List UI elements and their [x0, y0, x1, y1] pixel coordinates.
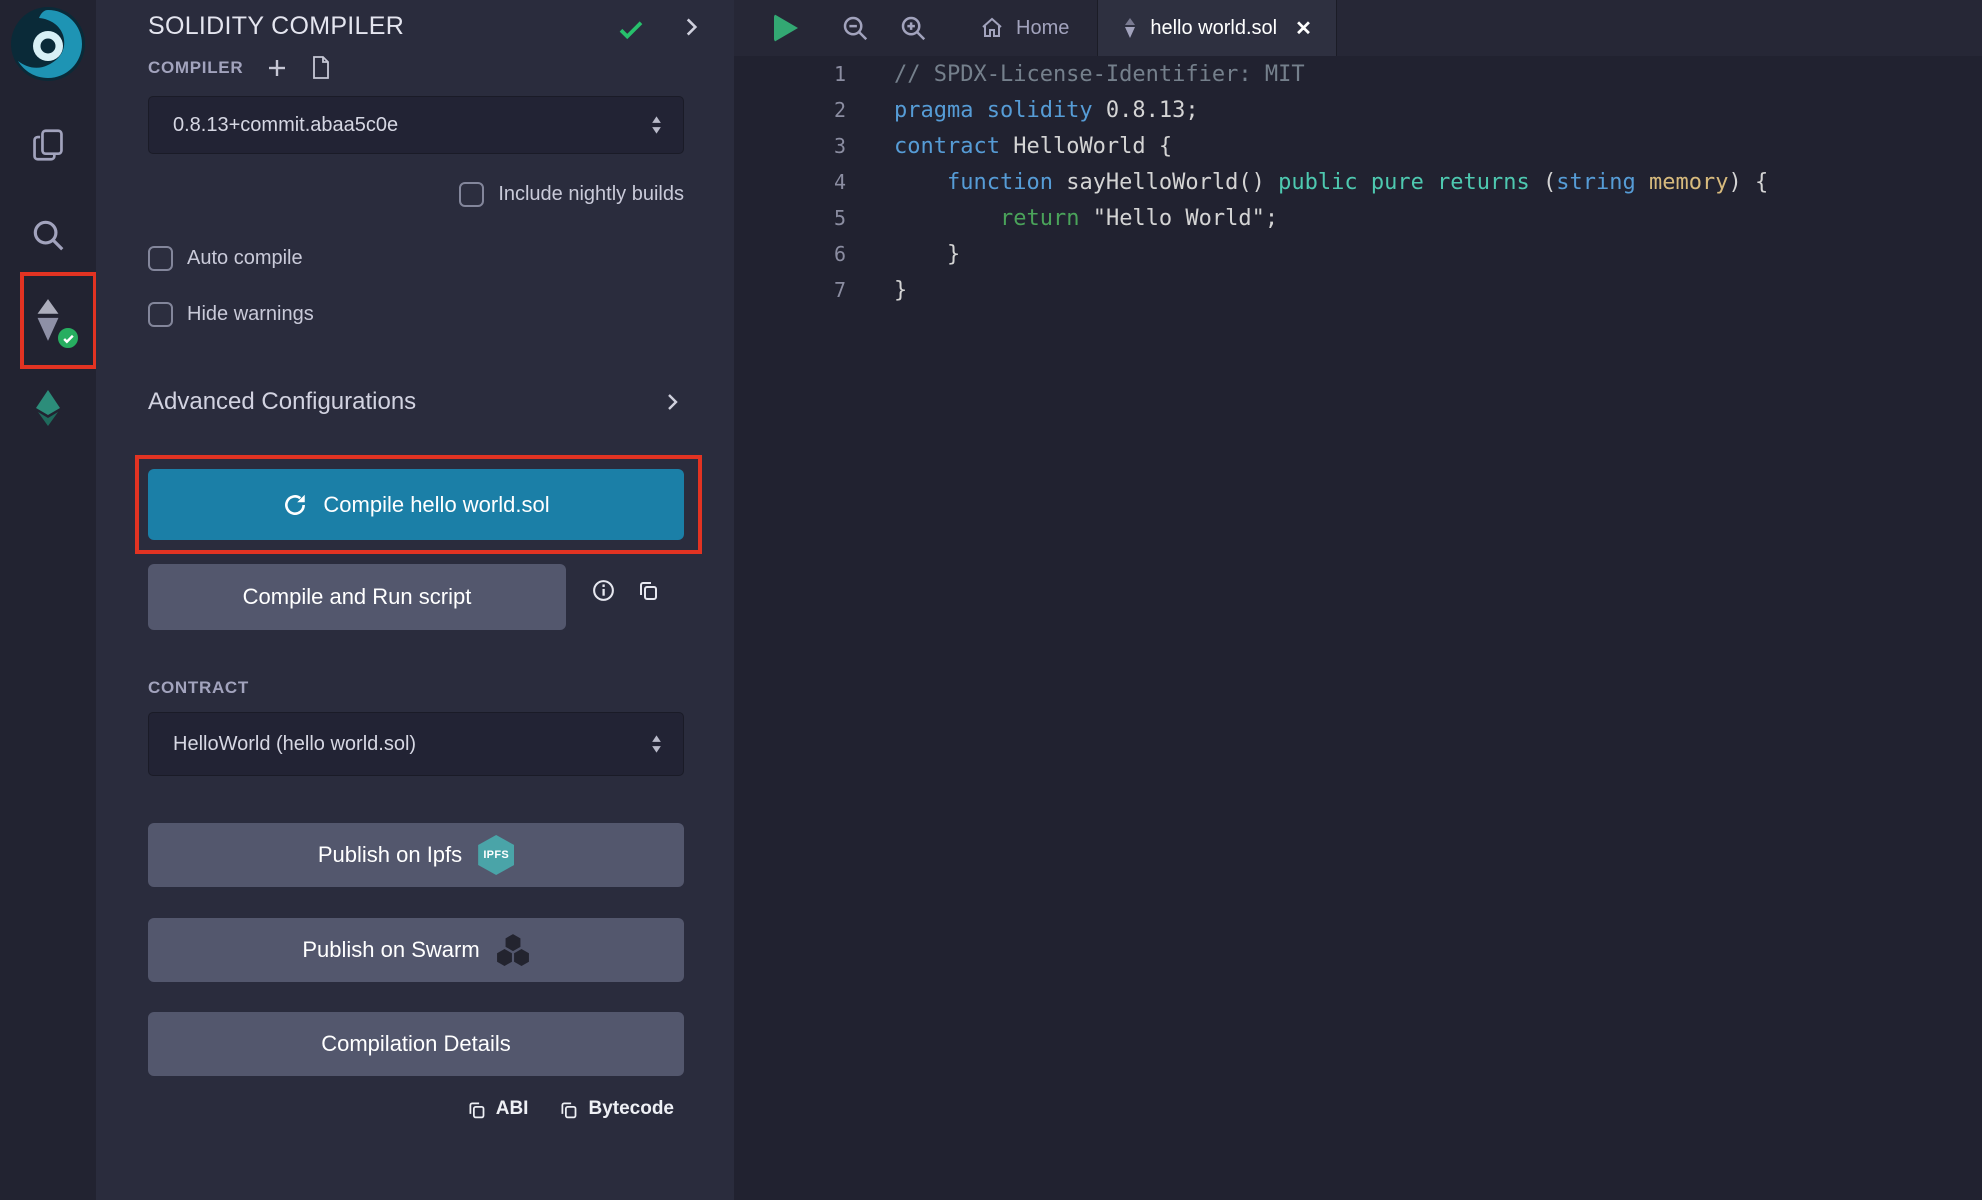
ethereum-deploy-icon: [30, 388, 66, 428]
bytecode-label: Bytecode: [588, 1098, 674, 1120]
contract-select-value: HelloWorld (hello world.sol): [173, 733, 416, 756]
open-compiler-file-icon[interactable]: [311, 56, 331, 80]
code-text: contract HelloWorld {: [894, 134, 1172, 159]
files-icon: [29, 126, 67, 164]
compile-status-check-icon: [616, 14, 646, 49]
add-compiler-icon[interactable]: [265, 56, 289, 80]
code-text: // SPDX-License-Identifier: MIT: [894, 62, 1305, 87]
copy-icon: [558, 1099, 579, 1120]
remix-logo-icon: [8, 4, 88, 84]
code-line: 4 function sayHelloWorld() public pure r…: [734, 164, 1982, 200]
tab-hello-world-sol[interactable]: hello world.sol ✕: [1097, 0, 1337, 56]
activity-icon-bar: [0, 0, 96, 1200]
ipfs-icon: IPFS: [478, 835, 514, 875]
advanced-configurations-toggle[interactable]: Advanced Configurations: [148, 388, 684, 416]
publish-swarm-label: Publish on Swarm: [302, 937, 479, 963]
zoom-in-icon: [898, 13, 928, 43]
zoom-out-button[interactable]: [840, 13, 870, 43]
editor-area: Home hello world.sol ✕ 1 // SPDX-License-…: [734, 0, 1982, 1200]
abi-bytecode-row: ABI Bytecode: [466, 1098, 674, 1120]
tab-home[interactable]: Home: [952, 0, 1097, 56]
compiler-section-label: COMPILER: [148, 58, 243, 78]
solidity-compiler-tool-button[interactable]: [0, 290, 96, 350]
auto-compile-row: Auto compile: [148, 246, 303, 271]
copy-bytecode-button[interactable]: Bytecode: [558, 1098, 674, 1120]
file-explorer-tool-button[interactable]: [0, 115, 96, 175]
compilation-details-label: Compilation Details: [321, 1031, 511, 1057]
select-caret-icon: [650, 114, 663, 136]
publish-on-ipfs-button[interactable]: Publish on Ipfs IPFS: [148, 823, 684, 887]
code-line: 2 pragma solidity 0.8.13;: [734, 92, 1982, 128]
tab-close-icon[interactable]: ✕: [1295, 16, 1312, 41]
code-line: 6 }: [734, 236, 1982, 272]
compiler-version-value: 0.8.13+commit.abaa5c0e: [173, 114, 398, 137]
zoom-out-icon: [840, 13, 870, 43]
auto-compile-checkbox[interactable]: [148, 246, 173, 271]
compile-success-badge: [56, 326, 80, 350]
code-line: 5 return "Hello World";: [734, 200, 1982, 236]
abi-label: ABI: [496, 1098, 529, 1120]
home-icon: [980, 16, 1004, 40]
code-text: pragma solidity 0.8.13;: [894, 98, 1199, 123]
compiler-version-select[interactable]: 0.8.13+commit.abaa5c0e: [148, 96, 684, 154]
tab-home-label: Home: [1016, 17, 1069, 40]
solidity-file-icon: [1122, 18, 1138, 38]
line-number: 4: [734, 164, 846, 200]
hide-warnings-row: Hide warnings: [148, 302, 314, 327]
select-caret-icon: [650, 733, 663, 755]
line-number: 6: [734, 236, 846, 272]
line-number: 3: [734, 128, 846, 164]
refresh-icon: [282, 492, 308, 518]
advanced-configurations-label: Advanced Configurations: [148, 388, 416, 416]
copy-run-script-icon[interactable]: [636, 578, 660, 607]
editor-tabbar: Home hello world.sol ✕: [734, 0, 1982, 56]
line-number: 2: [734, 92, 846, 128]
panel-collapse-chevron-icon[interactable]: [678, 14, 704, 45]
include-nightly-row: Include nightly builds: [148, 182, 684, 207]
copy-icon: [466, 1099, 487, 1120]
tab-active-label: hello world.sol: [1150, 17, 1277, 40]
code-text: }: [894, 242, 960, 267]
line-number: 1: [734, 56, 846, 92]
include-nightly-checkbox[interactable]: [459, 182, 484, 207]
hide-warnings-checkbox[interactable]: [148, 302, 173, 327]
compiler-section-header: COMPILER: [148, 56, 331, 80]
info-icon[interactable]: [591, 578, 616, 608]
compile-and-run-button[interactable]: Compile and Run script: [148, 564, 566, 630]
code-line: 3 contract HelloWorld {: [734, 128, 1982, 164]
compilation-details-button[interactable]: Compilation Details: [148, 1012, 684, 1076]
hide-warnings-label: Hide warnings: [187, 303, 314, 326]
compile-button[interactable]: Compile hello world.sol: [148, 469, 684, 540]
code-text: function sayHelloWorld() public pure ret…: [894, 170, 1768, 195]
auto-compile-label: Auto compile: [187, 247, 303, 270]
line-number: 7: [734, 272, 846, 308]
compile-button-label: Compile hello world.sol: [323, 492, 549, 518]
contract-select[interactable]: HelloWorld (hello world.sol): [148, 712, 684, 776]
search-icon: [29, 216, 67, 254]
contract-section-label: CONTRACT: [148, 678, 249, 698]
ipfs-icon-text: IPFS: [483, 849, 509, 861]
compile-and-run-label: Compile and Run script: [243, 584, 472, 610]
code-text: return "Hello World";: [894, 206, 1278, 231]
run-script-play-button[interactable]: [774, 14, 798, 42]
solidity-compiler-panel: SOLIDITY COMPILER COMPILER 0.8.13+commit…: [96, 0, 734, 1200]
publish-on-swarm-button[interactable]: Publish on Swarm: [148, 918, 684, 982]
chevron-right-icon: [660, 390, 684, 414]
search-tool-button[interactable]: [0, 205, 96, 265]
swarm-icon: [496, 933, 530, 967]
publish-ipfs-label: Publish on Ipfs: [318, 842, 462, 868]
include-nightly-label: Include nightly builds: [498, 183, 684, 206]
copy-abi-button[interactable]: ABI: [466, 1098, 529, 1120]
code-text: }: [894, 278, 907, 303]
check-icon: [62, 332, 75, 345]
code-line: 7}: [734, 272, 1982, 308]
zoom-in-button[interactable]: [898, 13, 928, 43]
deploy-run-tool-button[interactable]: [0, 378, 96, 438]
panel-title: SOLIDITY COMPILER: [148, 12, 404, 41]
remix-logo[interactable]: [8, 4, 88, 84]
code-line: 1 // SPDX-License-Identifier: MIT: [734, 56, 1982, 92]
line-number: 5: [734, 200, 846, 236]
code-editor[interactable]: 1 // SPDX-License-Identifier: MIT 2 pragma …: [734, 56, 1982, 1200]
